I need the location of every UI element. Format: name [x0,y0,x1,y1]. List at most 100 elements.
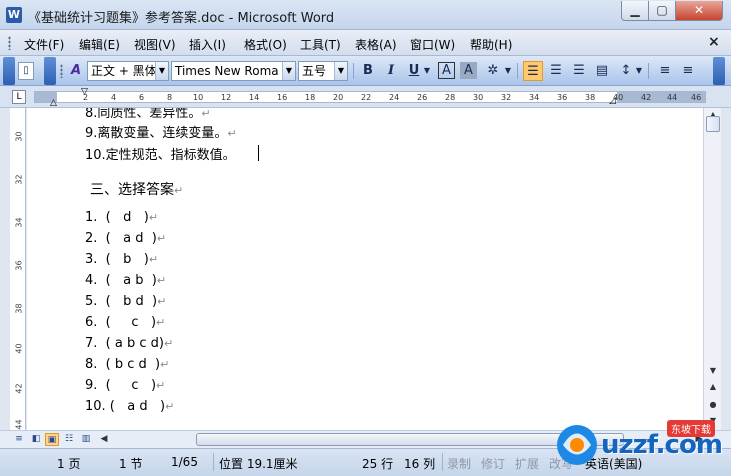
print-layout-view-icon[interactable]: ▣ [45,433,59,446]
style-combo[interactable]: 正文 + 黑体 ▼ [87,61,169,81]
scroll-down-icon[interactable]: ▼ [705,364,721,378]
vruler-tick: 40 [14,343,24,354]
status-extend[interactable]: 扩展 [515,455,539,472]
answer-item: 6. ( c )↵ [85,315,165,330]
paragraph-mark-icon: ↵ [165,400,175,413]
toolbar-chevron[interactable] [44,57,56,85]
char-scale-dropdown-icon[interactable]: ▼ [503,61,513,81]
close-window-button[interactable]: ✕ [675,1,723,21]
normal-view-icon[interactable]: ≡ [12,433,26,446]
menu-view[interactable]: 视图(V) [134,36,176,53]
paragraph-mark-icon: ↵ [157,295,167,308]
dropdown-arrow-icon[interactable]: ▼ [155,62,168,80]
ruler-tick: 34 [529,93,540,102]
numbering-button[interactable]: ≡ [655,61,675,81]
answer-item: 9. ( c )↵ [85,378,165,393]
select-browse-object-icon[interactable]: ● [705,398,721,412]
menu-tools[interactable]: 工具(T) [300,36,341,53]
numbered-list-icon: ≡ [659,63,671,78]
heading-text: 三、选择答案 [90,182,174,198]
ruler-tick: 22 [361,93,372,102]
menu-help[interactable]: 帮助(H) [470,36,512,53]
underline-button[interactable]: U [404,61,424,81]
paragraph-mark-icon: ↵ [227,127,237,140]
vertical-ruler[interactable]: 30 32 34 36 38 40 42 44 [10,108,26,430]
dropdown-arrow-icon[interactable]: ▼ [334,62,347,80]
previous-page-icon[interactable]: ▲ [705,380,721,394]
left-indent-marker-icon[interactable]: △ [50,98,57,108]
minimize-button[interactable]: ▁ [621,1,649,21]
reading-layout-view-icon[interactable]: ▥ [79,433,93,446]
answer-item: 2. ( a d )↵ [85,231,166,246]
answer-text: 3. ( b ) [85,252,149,267]
distributed-align-button[interactable]: ▤ [592,61,612,81]
bold-button[interactable]: B [358,61,378,81]
answer-text: 10. ( a d ) [85,399,166,414]
paragraph-mark-icon: ↵ [156,274,167,287]
menu-insert[interactable]: 插入(I) [189,36,226,53]
right-indent-marker-icon[interactable]: ◿ [609,96,616,106]
menu-file[interactable]: 文件(F) [24,36,64,53]
word-app-icon[interactable]: W [6,7,22,23]
status-section[interactable]: 1 节 [119,455,142,472]
vertical-scrollbar[interactable]: ▲ ▼ ▲ ● ▼ [703,108,721,430]
close-document-icon[interactable]: × [708,34,720,50]
styles-pane-icon[interactable]: A [66,61,86,81]
char-scale-icon[interactable]: ✲ [483,61,503,81]
status-separator [442,453,443,471]
align-justify-left-button[interactable]: ☰ [523,61,543,81]
status-line[interactable]: 25 行 [362,455,393,472]
status-page[interactable]: 1 页 [57,455,80,472]
ruler-tick: 42 [641,93,652,102]
font-size-combo[interactable]: 五号 ▼ [298,61,348,81]
toolbar-grip-2[interactable] [60,64,63,78]
scroll-left-icon[interactable]: ◀ [97,433,111,446]
vruler-tick: 34 [14,217,24,228]
menu-window[interactable]: 窗口(W) [410,36,455,53]
char-shading-button[interactable]: A [460,62,477,79]
line-spacing-dropdown-icon[interactable]: ▼ [634,61,644,81]
align-right-button[interactable]: ☰ [569,61,589,81]
underline-dropdown-icon[interactable]: ▼ [422,61,432,81]
horizontal-ruler[interactable]: L 2 4 6 8 10 12 14 16 18 20 22 24 26 28 … [0,86,731,108]
ruler-tick: 10 [193,93,204,102]
menu-edit[interactable]: 编辑(E) [79,36,120,53]
maximize-button[interactable]: ▢ [648,1,676,21]
status-page-of[interactable]: 1/65 [171,455,198,469]
menu-table[interactable]: 表格(A) [355,36,397,53]
status-position[interactable]: 位置 19.1厘米 [219,455,298,472]
answer-text: 5. ( b d ) [85,294,158,309]
menu-grip[interactable] [8,36,11,50]
bullet-list-icon: ≡ [682,63,694,78]
line-spacing-button[interactable]: ↕ [616,61,636,81]
status-track-changes[interactable]: 修订 [481,455,505,472]
status-column[interactable]: 16 列 [404,455,435,472]
web-layout-view-icon[interactable]: ◧ [29,433,43,446]
vruler-tick: 38 [14,303,24,314]
toolbar-options-chevron[interactable] [713,57,725,85]
document-page[interactable]: 8.同质性、差异性。↵ 9.离散变量、连续变量。↵ 10.定性规范、指标数值。 … [27,108,703,430]
outline-view-icon[interactable]: ☷ [62,433,76,446]
align-center-button[interactable]: ☰ [546,61,566,81]
uzzf-watermark-logo: uzzf.com 东坡下载 [555,412,727,474]
menu-format[interactable]: 格式(O) [244,36,287,53]
italic-button[interactable]: I [381,61,401,81]
maximize-icon: ▢ [656,3,668,17]
toolbar-grip[interactable] [3,57,15,85]
ruler-tick: 26 [417,93,428,102]
dropdown-arrow-icon[interactable]: ▼ [282,62,295,80]
status-record[interactable]: 录制 [447,455,471,472]
new-document-icon[interactable]: ▯ [18,62,34,80]
ruler-tick: 38 [585,93,596,102]
char-border-button[interactable]: A [438,62,455,79]
formatting-toolbar: ▯ A 正文 + 黑体 ▼ Times New Roma ▼ 五号 ▼ B I … [0,56,731,86]
font-combo[interactable]: Times New Roma ▼ [171,61,296,81]
tab-selector-icon[interactable]: L [12,90,26,104]
bullets-button[interactable]: ≡ [678,61,698,81]
vruler-tick: 36 [14,260,24,271]
window-title: 《基础统计习题集》参考答案.doc - Microsoft Word [28,11,335,26]
scroll-thumb[interactable] [706,116,720,132]
ruler-tick: 44 [667,93,678,102]
first-line-indent-marker-icon[interactable]: ▽ [81,87,88,97]
ruler-bar[interactable]: 2 4 6 8 10 12 14 16 18 20 22 24 26 28 30… [34,91,706,103]
